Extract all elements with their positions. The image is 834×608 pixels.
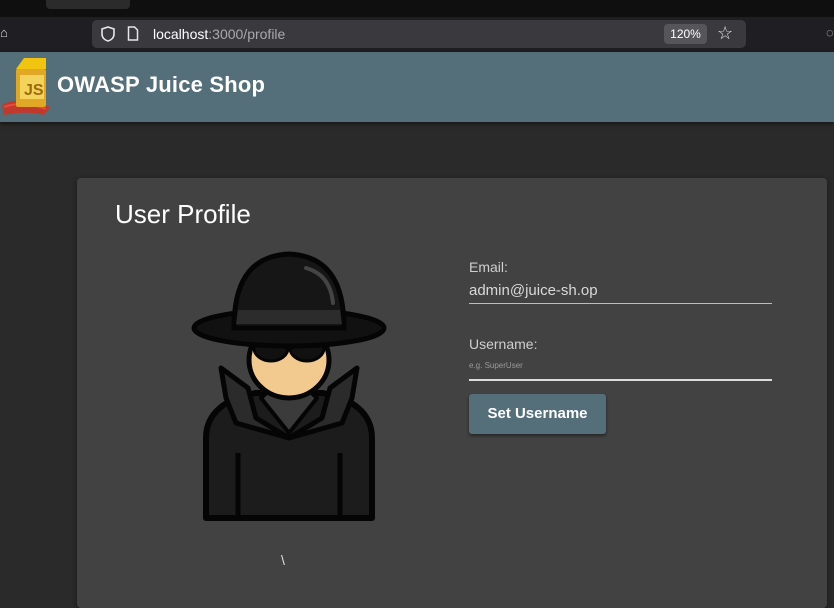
shield-icon[interactable] xyxy=(101,26,115,42)
email-underline xyxy=(469,303,772,304)
zoom-level-badge[interactable]: 120% xyxy=(664,24,707,44)
page-title: User Profile xyxy=(115,199,251,229)
avatar-caption: \ xyxy=(281,552,285,568)
app-title[interactable]: OWASP Juice Shop xyxy=(57,72,265,98)
set-username-button[interactable]: Set Username xyxy=(469,394,606,434)
email-field: admin@juice-sh.op xyxy=(469,282,598,299)
home-icon[interactable]: ⌂ xyxy=(0,26,10,40)
email-label: Email: xyxy=(469,259,508,275)
url-path: :3000/profile xyxy=(208,26,286,42)
pocket-icon[interactable]: ◌ xyxy=(826,26,834,40)
juice-shop-logo[interactable]: JS xyxy=(0,55,56,117)
username-underline xyxy=(469,379,772,381)
active-tab[interactable] xyxy=(46,0,130,9)
url-host: localhost xyxy=(153,26,209,42)
browser-tab-strip xyxy=(0,0,834,17)
avatar xyxy=(191,251,387,521)
svg-text:JS: JS xyxy=(24,82,44,99)
username-label: Username: xyxy=(469,336,538,352)
url-text[interactable]: localhost:3000/profile xyxy=(153,26,285,42)
username-input[interactable]: e.g. SuperUser xyxy=(469,361,523,370)
star-icon[interactable]: ☆ xyxy=(717,23,733,43)
page-icon[interactable] xyxy=(127,26,139,41)
